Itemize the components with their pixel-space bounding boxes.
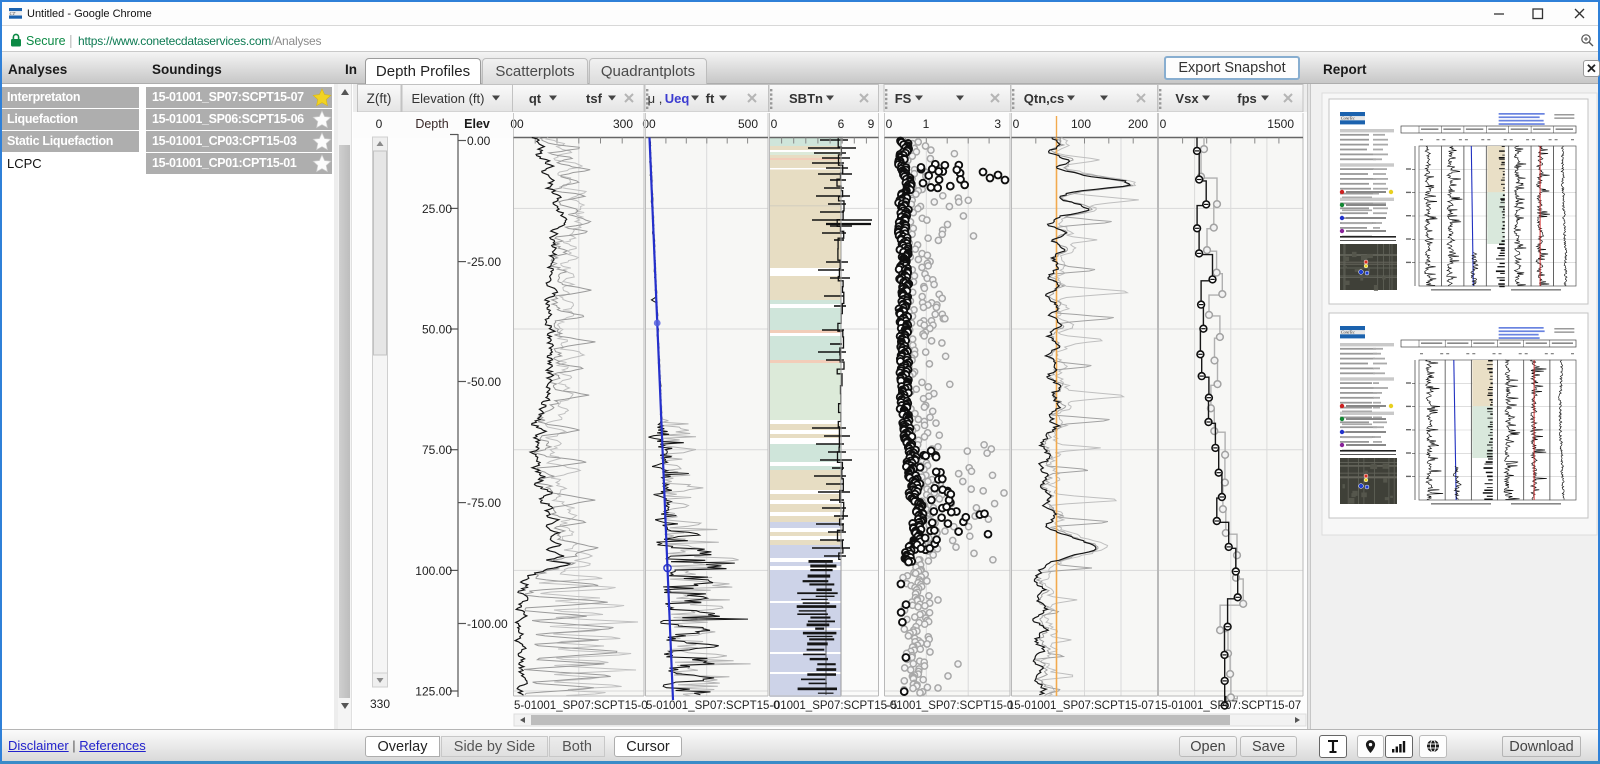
svg-text:Elevation (ft): Elevation (ft) — [412, 91, 485, 106]
svg-text:75.00: 75.00 — [422, 443, 452, 457]
svg-text:0: 0 — [1160, 117, 1167, 131]
svg-text:00: 00 — [510, 117, 524, 131]
svg-text:-75.00: -75.00 — [467, 496, 501, 510]
svg-text:SBTn: SBTn — [789, 91, 823, 106]
svg-text:0.00: 0.00 — [467, 134, 491, 148]
svg-text:5-01001_SP07:SCPT15-0: 5-01001_SP07:SCPT15-0 — [646, 700, 780, 712]
svg-text:ConeTec: ConeTec — [1341, 116, 1355, 121]
svg-text:-25.00: -25.00 — [467, 255, 501, 269]
svg-text:200: 200 — [1128, 117, 1148, 131]
svg-text:50.00: 50.00 — [422, 323, 452, 337]
svg-text:5-01001_SP07:SCPT15-0: 5-01001_SP07:SCPT15-0 — [514, 700, 648, 712]
svg-text:Ueq: Ueq — [665, 91, 690, 106]
svg-text:-100.00: -100.00 — [467, 617, 508, 631]
svg-text:0: 0 — [886, 117, 893, 131]
svg-text:100.00: 100.00 — [415, 564, 452, 578]
svg-text:-01001_SP07:SCPT15-0: -01001_SP07:SCPT15-0 — [886, 700, 1013, 712]
svg-text:-01001_SP07:SCPT15-5: -01001_SP07:SCPT15-5 — [770, 700, 897, 712]
svg-text:0: 0 — [771, 117, 778, 131]
svg-text:tsf: tsf — [586, 91, 603, 106]
svg-text:125.00: 125.00 — [415, 685, 452, 699]
svg-text:Elev: Elev — [464, 117, 490, 131]
svg-text:9: 9 — [868, 117, 875, 131]
svg-text:330: 330 — [370, 697, 390, 711]
svg-text:15-01001_SP07:SCPT15-07: 15-01001_SP07:SCPT15-07 — [1008, 700, 1154, 712]
svg-text:qt: qt — [529, 91, 542, 106]
svg-text:1500: 1500 — [1267, 117, 1294, 131]
svg-text:0: 0 — [376, 117, 383, 131]
svg-text:Qtn,cs: Qtn,cs — [1024, 91, 1064, 106]
svg-text:ft: ft — [706, 91, 715, 106]
svg-text:CT: CT — [10, 11, 16, 16]
svg-text:Depth: Depth — [415, 117, 448, 131]
svg-text:15-01001_SP07:SCPT15-07: 15-01001_SP07:SCPT15-07 — [1155, 700, 1301, 712]
svg-text:Z(ft): Z(ft) — [367, 91, 392, 106]
svg-text:fps: fps — [1237, 91, 1257, 106]
svg-text:FS: FS — [895, 91, 912, 106]
svg-text:ConeTec: ConeTec — [1341, 330, 1355, 335]
svg-text:500: 500 — [738, 117, 758, 131]
svg-text:-50.00: -50.00 — [467, 375, 501, 389]
svg-text:300: 300 — [613, 117, 633, 131]
svg-text:25.00: 25.00 — [422, 202, 452, 216]
svg-text:0: 0 — [1013, 117, 1020, 131]
svg-text:Vsx: Vsx — [1175, 91, 1199, 106]
svg-text:μ ,: μ , — [648, 91, 663, 106]
svg-text:100: 100 — [1071, 117, 1091, 131]
svg-text:6: 6 — [838, 117, 845, 131]
svg-text:3: 3 — [994, 117, 1001, 131]
svg-text:1: 1 — [923, 117, 930, 131]
